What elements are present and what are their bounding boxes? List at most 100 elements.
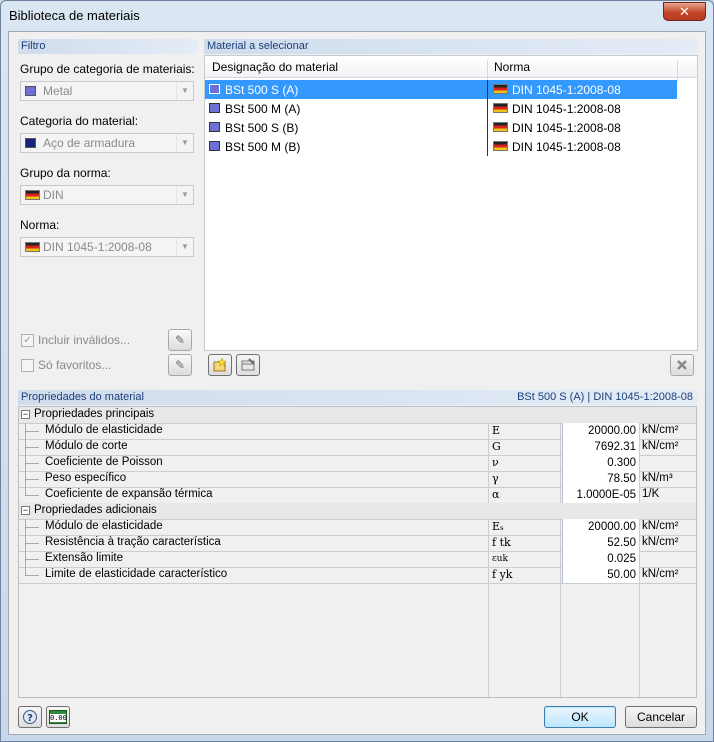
- column-separator[interactable]: [487, 60, 488, 82]
- category-value: Aço de armadura: [43, 136, 136, 150]
- property-value[interactable]: 50.00: [562, 567, 639, 583]
- material-swatch-icon: [209, 84, 220, 94]
- section-extra[interactable]: − Propriedades adicionais: [19, 503, 696, 519]
- property-name: Extensão limite: [45, 552, 123, 564]
- edit-favorites-button[interactable]: ✎: [168, 354, 192, 376]
- standard-select[interactable]: DIN 1045-1:2008-08 ▼: [20, 237, 194, 257]
- chevron-down-icon[interactable]: ▼: [176, 186, 193, 204]
- property-row[interactable]: Peso específico γ 78.50 kN/m³: [19, 471, 696, 487]
- category-group-select[interactable]: Metal ▼: [20, 81, 194, 101]
- cancel-button[interactable]: Cancelar: [625, 706, 697, 728]
- standard-label: Norma:: [20, 218, 60, 232]
- list-item[interactable]: BSt 500 S (A) DIN 1045-1:2008-08: [205, 80, 677, 99]
- new-folder-icon: [213, 357, 227, 372]
- material-name: BSt 500 S (A): [225, 83, 299, 97]
- property-unit: kN/cm²: [642, 568, 679, 580]
- include-invalid-label: Incluir inválidos...: [38, 333, 131, 347]
- list-item[interactable]: BSt 500 M (B) DIN 1045-1:2008-08: [205, 137, 677, 156]
- german-flag-icon: [25, 242, 40, 252]
- chevron-down-icon[interactable]: ▼: [176, 238, 193, 256]
- property-name: Peso específico: [45, 472, 127, 484]
- category-select[interactable]: Aço de armadura ▼: [20, 133, 194, 153]
- tree-line: [25, 559, 39, 560]
- help-icon: ?: [23, 710, 37, 724]
- standard-group-label: Grupo da norma:: [20, 166, 111, 180]
- property-symbol: f tk: [492, 536, 511, 549]
- property-value[interactable]: 20000.00: [562, 519, 639, 535]
- ok-button[interactable]: OK: [544, 706, 616, 728]
- material-name: BSt 500 M (A): [225, 102, 301, 116]
- property-name: Limite de elasticidade característico: [45, 568, 228, 580]
- new-material-button[interactable]: [208, 354, 232, 376]
- section-main[interactable]: − Propriedades principais: [19, 407, 696, 423]
- list-header: Designação do material Norma: [205, 56, 697, 82]
- tree-line: [25, 527, 39, 528]
- property-symbol: f yk: [492, 568, 513, 581]
- property-unit: kN/m³: [642, 472, 673, 484]
- properties-selection: BSt 500 S (A) | DIN 1045-1:2008-08: [517, 391, 693, 403]
- property-value[interactable]: 0.300: [562, 455, 639, 471]
- units-icon-text: 0.00: [50, 714, 67, 722]
- title-bar[interactable]: Biblioteca de materiais ✕: [1, 1, 713, 31]
- section-title: Propriedades principais: [34, 408, 155, 420]
- property-name: Resistência à tração característica: [45, 536, 221, 548]
- units-button[interactable]: 0.00: [46, 706, 70, 728]
- standard-value: DIN 1045-1:2008-08: [43, 240, 152, 254]
- material-standard: DIN 1045-1:2008-08: [512, 140, 621, 154]
- edit-invalid-filter-button[interactable]: ✎: [168, 329, 192, 351]
- chevron-down-icon[interactable]: ▼: [176, 82, 193, 100]
- edit-material-button[interactable]: [236, 354, 260, 376]
- property-row[interactable]: Coeficiente de Poisson ν 0.300: [19, 455, 696, 471]
- properties-grid[interactable]: − Propriedades principais Módulo de elas…: [18, 406, 697, 698]
- row-divider: [19, 583, 696, 584]
- german-flag-icon: [493, 84, 508, 94]
- col-name-header[interactable]: Designação do material: [212, 60, 338, 74]
- property-name: Módulo de elasticidade: [45, 520, 163, 532]
- property-row[interactable]: Limite de elasticidade característico f …: [19, 567, 696, 583]
- property-value[interactable]: 52.50: [562, 535, 639, 551]
- standard-group-select[interactable]: DIN ▼: [20, 185, 194, 205]
- delete-material-button[interactable]: [670, 354, 694, 376]
- close-button[interactable]: ✕: [663, 2, 706, 21]
- row-separator: [487, 137, 488, 156]
- property-row[interactable]: Extensão limite εuk 0.025: [19, 551, 696, 567]
- property-row[interactable]: Módulo de corte G 7692.31 kN/cm²: [19, 439, 696, 455]
- row-separator: [487, 80, 488, 99]
- window-title: Biblioteca de materiais: [9, 8, 140, 23]
- checkbox-icon[interactable]: [21, 359, 34, 372]
- material-standard: DIN 1045-1:2008-08: [512, 83, 621, 97]
- materials-list[interactable]: Designação do material Norma BSt 500 S (…: [204, 55, 698, 351]
- property-symbol: γ: [492, 472, 499, 485]
- property-row[interactable]: Módulo de elasticidade Eₛ 20000.00 kN/cm…: [19, 519, 696, 535]
- svg-text:?: ?: [27, 713, 33, 724]
- delete-icon: [677, 360, 687, 370]
- property-value[interactable]: 0.025: [562, 551, 639, 567]
- collapse-icon[interactable]: −: [21, 410, 30, 419]
- property-value[interactable]: 1.0000E-05: [562, 487, 639, 503]
- property-row[interactable]: Resistência à tração característica f tk…: [19, 535, 696, 551]
- chevron-down-icon[interactable]: ▼: [176, 134, 193, 152]
- properties-header: Propriedades do material BSt 500 S (A) |…: [18, 390, 697, 405]
- category-label: Categoria do material:: [20, 114, 139, 128]
- property-name: Coeficiente de Poisson: [45, 456, 163, 468]
- property-symbol: α: [492, 488, 500, 501]
- property-row[interactable]: Coeficiente de expansão térmica α 1.0000…: [19, 487, 696, 503]
- help-button[interactable]: ?: [18, 706, 42, 728]
- include-invalid-checkbox[interactable]: ✓ Incluir inválidos...: [21, 333, 161, 349]
- properties-panel: Propriedades do material BSt 500 S (A) |…: [18, 390, 697, 698]
- col-standard-header[interactable]: Norma: [494, 60, 530, 74]
- list-item[interactable]: BSt 500 M (A) DIN 1045-1:2008-08: [205, 99, 677, 118]
- property-value[interactable]: 20000.00: [562, 423, 639, 439]
- checkbox-checked-icon[interactable]: ✓: [21, 334, 34, 347]
- german-flag-icon: [493, 103, 508, 113]
- property-value[interactable]: 7692.31: [562, 439, 639, 455]
- list-item[interactable]: BSt 500 S (B) DIN 1045-1:2008-08: [205, 118, 677, 137]
- material-swatch-icon: [209, 122, 220, 132]
- property-value[interactable]: 78.50: [562, 471, 639, 487]
- collapse-icon[interactable]: −: [21, 506, 30, 515]
- property-name: Módulo de corte: [45, 440, 128, 452]
- favorites-checkbox[interactable]: Só favoritos...: [21, 358, 161, 374]
- table-edit-icon: [241, 358, 255, 371]
- property-row[interactable]: Módulo de elasticidade E 20000.00 kN/cm²: [19, 423, 696, 439]
- column-separator[interactable]: [677, 60, 678, 82]
